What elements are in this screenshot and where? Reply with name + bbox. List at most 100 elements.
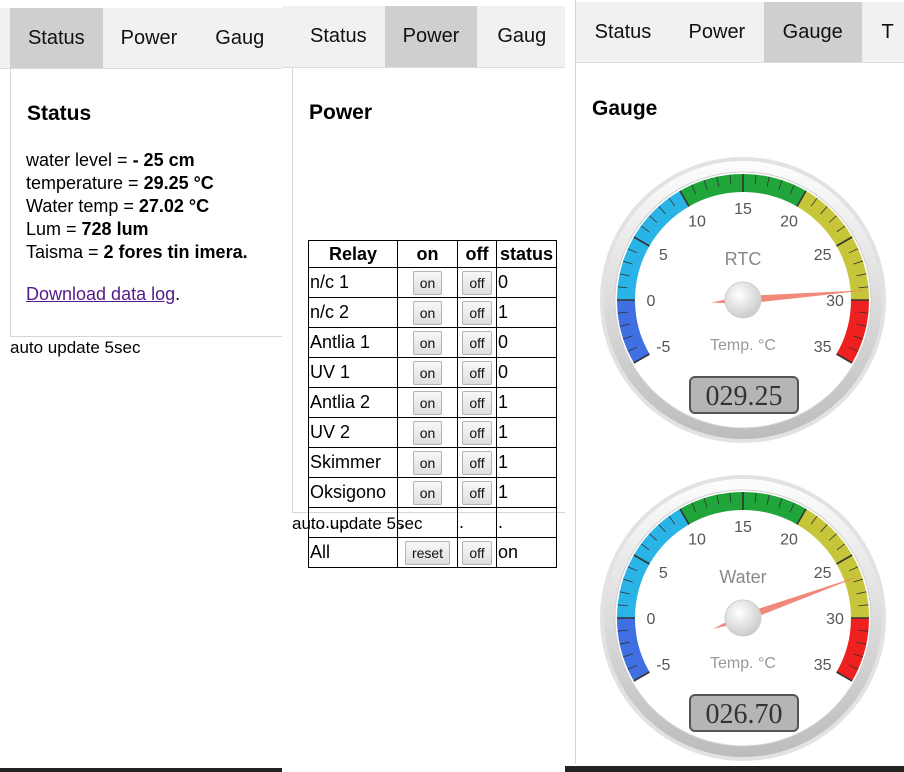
bottom-divider: [565, 766, 904, 772]
column-header: off: [457, 240, 497, 268]
status-value: 29.25 °C: [143, 173, 214, 193]
tab-power[interactable]: Power: [384, 6, 478, 67]
on-cell: on: [397, 267, 458, 298]
on-cell: on: [397, 297, 458, 328]
relay-status: 0: [496, 267, 557, 298]
download-suffix: .: [175, 284, 181, 304]
gauge-tick-label: 15: [734, 519, 752, 536]
tab-status[interactable]: Status: [576, 2, 670, 62]
tab-partial[interactable]: T: [862, 2, 904, 62]
on-cell: on: [397, 357, 458, 388]
status-value: - 25 cm: [132, 150, 195, 170]
tab-gauge[interactable]: Gaug: [477, 6, 565, 67]
tab-status[interactable]: Status: [10, 8, 103, 68]
relay-on-button[interactable]: on: [412, 330, 443, 355]
table-row: UV 2 on off 1: [308, 417, 557, 448]
relay-off-button[interactable]: off: [462, 450, 492, 475]
gauge-panel: Status Power Gauge T Gauge -5 0 5 10 15 20 25 3…: [575, 0, 904, 764]
off-cell: off: [457, 387, 497, 418]
status-value: 27.02 °C: [138, 196, 210, 216]
placeholder-cell: .: [496, 507, 557, 538]
relay-off-button[interactable]: off: [462, 390, 492, 415]
download-line: Download data log.: [26, 284, 180, 305]
page-title: Power: [309, 101, 373, 124]
relay-name: UV 1: [308, 357, 398, 388]
tab-status[interactable]: Status: [292, 6, 385, 67]
tab-gauge[interactable]: Gaug: [195, 8, 282, 68]
relay-on-button[interactable]: on: [412, 480, 443, 505]
gauge-tick-label: 35: [814, 657, 832, 674]
water-gauge-dial: -5 0 5 10 15 20 25 30 35 Water Temp. °C 026.70: [600, 475, 886, 761]
status-row-water-level: water level = - 25 cm: [26, 149, 248, 172]
relay-on-button[interactable]: on: [412, 360, 443, 385]
table-row: n/c 2 on off 1: [308, 297, 557, 328]
relay-on-button[interactable]: on: [412, 420, 443, 445]
status-value: 2 fores tin imera.: [103, 242, 248, 262]
tab-gauge[interactable]: Gauge: [763, 2, 862, 62]
gauge-units: Temp. °C: [710, 337, 776, 354]
relay-on-button[interactable]: on: [412, 450, 443, 475]
table-row: Antlia 2 on off 1: [308, 387, 557, 418]
table-row-all: All reset off on: [308, 537, 557, 568]
auto-update-label: auto update 5sec: [10, 338, 141, 357]
relay-on-button[interactable]: on: [412, 390, 443, 415]
placeholder-cell: .: [457, 507, 497, 538]
relay-off-button[interactable]: off: [462, 420, 492, 445]
bottom-divider: [0, 768, 282, 772]
relay-off-button[interactable]: off: [462, 480, 492, 505]
relay-off-button[interactable]: off: [462, 300, 492, 325]
tab-power[interactable]: Power: [103, 8, 196, 68]
tab-bar: Status Power Gauge T: [576, 2, 904, 63]
relay-status: 1: [496, 387, 557, 418]
status-row-water-temp: Water temp = 27.02 °C: [26, 195, 248, 218]
gauge-tick-label: 35: [814, 339, 832, 356]
download-data-log-link[interactable]: Download data log: [26, 284, 175, 304]
gauge-tick-label: 0: [647, 293, 656, 310]
status-label: Taisma =: [26, 242, 104, 262]
gauge-tick-label: 30: [826, 293, 844, 310]
gauge-tick-label: 5: [659, 247, 668, 264]
relay-name: Antlia 1: [308, 327, 398, 358]
gauge-tick-label: 25: [814, 565, 832, 582]
gauge-hub: [724, 599, 762, 637]
tab-power[interactable]: Power: [670, 2, 764, 62]
relay-name: Skimmer: [308, 447, 398, 478]
relay-status: 0: [496, 357, 557, 388]
relay-off-button[interactable]: off: [462, 330, 492, 355]
off-cell: off: [457, 357, 497, 388]
power-content: Power Relay on off status n/c 1 on off 0 n/c…: [292, 68, 565, 568]
gauge-tick-label: 15: [734, 201, 752, 218]
gauge-tick-label: 10: [688, 213, 706, 230]
relay-on-button[interactable]: on: [412, 300, 443, 325]
reset-all-button[interactable]: reset: [404, 540, 451, 565]
relay-status: 1: [496, 297, 557, 328]
gauge-tick-label: -5: [656, 339, 670, 356]
relay-off-button[interactable]: off: [462, 360, 492, 385]
off-cell: off: [457, 417, 497, 448]
relay-table-header: Relay on off status: [308, 240, 557, 268]
status-label: water level =: [26, 150, 133, 170]
off-cell: off: [457, 267, 497, 298]
status-label: Lum =: [26, 219, 82, 239]
off-cell: off: [457, 327, 497, 358]
relay-status: 0: [496, 327, 557, 358]
gauge-tick-label: -5: [656, 657, 670, 674]
relay-on-button[interactable]: on: [412, 270, 443, 295]
relay-status: 1: [496, 477, 557, 508]
tab-bar: Status Power Gaug: [0, 8, 282, 69]
status-label: temperature =: [26, 173, 144, 193]
column-header: status: [496, 240, 557, 268]
status-row-lum: Lum = 728 lum: [26, 218, 248, 241]
table-row: Antlia 1 on off 0: [308, 327, 557, 358]
gauge-tick-label: 30: [826, 611, 844, 628]
table-row: n/c 1 on off 0: [308, 267, 557, 298]
relay-status: on: [496, 537, 557, 568]
off-cell: off: [457, 477, 497, 508]
off-all-button[interactable]: off: [462, 540, 492, 565]
on-cell: on: [397, 477, 458, 508]
table-row: Skimmer on off 1: [308, 447, 557, 478]
relay-name: UV 2: [308, 417, 398, 448]
relay-status: 1: [496, 417, 557, 448]
on-cell: on: [397, 447, 458, 478]
relay-off-button[interactable]: off: [462, 270, 492, 295]
